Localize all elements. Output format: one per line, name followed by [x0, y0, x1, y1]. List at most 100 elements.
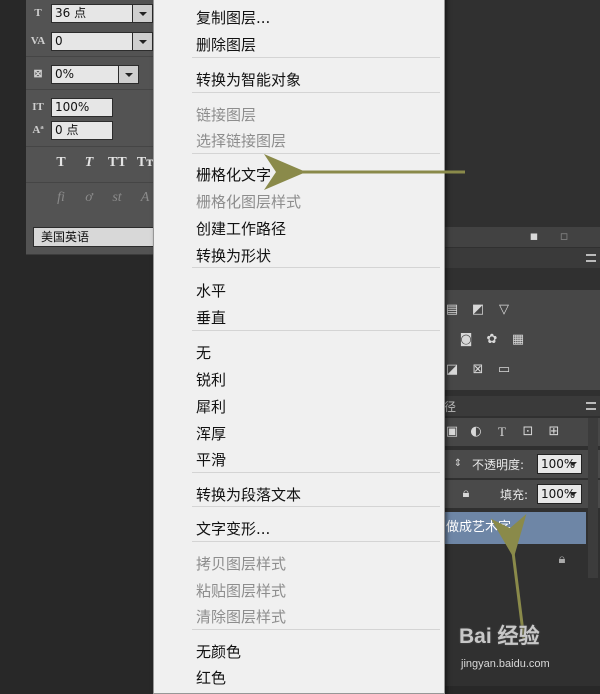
smart-object-filter-icon[interactable]: ⊞	[546, 424, 562, 440]
fill-label: 填充:	[500, 488, 529, 502]
image-filter-icon[interactable]: ▣	[444, 424, 460, 440]
menu-separator	[192, 57, 440, 58]
channel-mixer-icon[interactable]: ✿	[484, 332, 500, 348]
tracking-field[interactable]: 0	[51, 32, 133, 51]
menu-item[interactable]: 栅格化文字	[196, 162, 271, 188]
blend-mode-stepper-icon[interactable]: ⇕	[450, 456, 466, 472]
all-caps-button[interactable]: TT	[108, 155, 127, 171]
menu-item[interactable]: 平滑	[196, 447, 226, 473]
menu-separator	[192, 629, 440, 630]
font-size-row: T 36 点	[26, 2, 156, 24]
triangle-icon[interactable]: ▽	[496, 302, 512, 318]
menu-separator	[192, 330, 440, 331]
vertical-scale-row: ⊠ 0%	[26, 63, 156, 85]
layers-scrollbar[interactable]	[588, 418, 598, 578]
opacity-label: 不透明度:	[472, 458, 525, 472]
menu-item[interactable]: 无	[196, 340, 211, 366]
selected-layer-row[interactable]: 做成艺术字	[430, 512, 586, 544]
shape-filter-icon[interactable]: ⊡	[520, 424, 536, 440]
paths-tab[interactable]: 径	[444, 398, 456, 415]
trash-icon[interactable]: ▫	[556, 229, 572, 245]
background-lock-icon: 🔒︎	[558, 552, 566, 567]
fill-dropdown-icon	[569, 492, 577, 496]
type-filter-icon[interactable]: T	[494, 424, 510, 440]
baseline-shift-row: Aª 0 点	[26, 119, 156, 141]
panel-menu-icon[interactable]	[586, 254, 596, 262]
vertical-scale-dropdown[interactable]	[119, 65, 139, 84]
menu-item[interactable]: 复制图层...	[196, 5, 270, 31]
swash-button[interactable]: A	[136, 190, 154, 206]
menu-item[interactable]: 浑厚	[196, 421, 226, 447]
font-size-field[interactable]: 36 点	[51, 4, 133, 23]
watermark-logo: Bai 经验	[459, 625, 540, 648]
old-style-button[interactable]: ơ	[80, 190, 98, 206]
posterize-icon[interactable]: ◪	[444, 362, 460, 378]
menu-item[interactable]: 垂直	[196, 305, 226, 331]
menu-item[interactable]: 犀利	[196, 394, 226, 420]
layers-menu-icon[interactable]	[586, 402, 596, 410]
menu-item: 栅格化图层样式	[196, 193, 302, 211]
menu-separator	[192, 267, 440, 268]
horizontal-scale-icon: IT	[32, 101, 44, 113]
small-caps-button[interactable]: Tт	[136, 155, 154, 171]
italic-style-button[interactable]: T	[80, 155, 98, 171]
panel-footer-bar: ▪ ▫	[430, 227, 600, 247]
lock-icon[interactable]: 🔒︎	[458, 486, 474, 502]
character-panel: T 36 点 VA 0 ⊠ 0% IT 100% Aª 0 点 T T TT T…	[26, 0, 163, 255]
layers-panel: ▪ ▫ ▤ ◩ ▽ ◙ ✿ ▦ ◪ ⊠ ▭ 径 ▣ ◐ T ⊡ ⊞ ⇕ 不透明度…	[430, 0, 600, 686]
menu-item[interactable]: 锐利	[196, 367, 226, 393]
menu-item: 清除图层样式	[196, 608, 287, 626]
menu-item[interactable]: 水平	[196, 278, 226, 304]
menu-item[interactable]: 创建工作路径	[196, 216, 286, 242]
menu-item[interactable]: 文字变形...	[196, 516, 270, 542]
menu-item[interactable]: 删除图层	[196, 32, 256, 58]
menu-item[interactable]: 转换为形状	[196, 243, 271, 269]
vertical-scale-field[interactable]: 0%	[51, 65, 119, 84]
menu-separator	[192, 472, 440, 473]
layer-context-menu: 复制图层... 删除图层转换为智能对象链接图层选择链接图层栅格化文字栅格化图层样式…	[153, 0, 445, 694]
menu-item: 链接图层	[196, 106, 257, 124]
menu-separator	[192, 541, 440, 542]
divider	[26, 146, 155, 147]
bold-style-button[interactable]: T	[52, 155, 70, 171]
levels-icon[interactable]: ▤	[444, 302, 460, 318]
selective-color-icon[interactable]: ⊠	[470, 362, 486, 378]
layers-tab-bar: 径	[430, 396, 600, 416]
tracking-icon: VA	[30, 35, 46, 47]
menu-separator	[192, 92, 440, 93]
divider	[26, 89, 155, 90]
discretionary-ligature-button[interactable]: st	[108, 190, 126, 206]
menu-item: 粘贴图层样式	[196, 582, 287, 600]
gradient-map-icon[interactable]: ▭	[496, 362, 512, 378]
baseline-shift-field[interactable]: 0 点	[51, 121, 113, 140]
fill-row: 🔒︎ 填充: 100%	[430, 480, 600, 508]
adjustment-filter-icon[interactable]: ◐	[468, 424, 484, 440]
horizontal-scale-field[interactable]: 100%	[51, 98, 113, 117]
divider	[26, 182, 155, 183]
menu-item[interactable]: 无颜色	[196, 639, 241, 665]
menu-separator	[192, 153, 440, 154]
menu-item[interactable]: 红色	[196, 665, 226, 691]
layer-filter-bar: ▣ ◐ T ⊡ ⊞	[430, 418, 600, 446]
opacity-field[interactable]: 100%	[537, 454, 582, 474]
menu-item[interactable]: 转换为段落文本	[196, 482, 301, 508]
fill-field[interactable]: 100%	[537, 484, 582, 504]
curves-icon[interactable]: ◩	[470, 302, 486, 318]
divider	[26, 56, 155, 57]
ligature-button[interactable]: fi	[52, 190, 70, 206]
opacity-dropdown-icon	[569, 462, 577, 466]
language-select[interactable]: 美国英语	[33, 227, 163, 247]
adjustments-grid: ▤ ◩ ▽ ◙ ✿ ▦ ◪ ⊠ ▭	[430, 290, 600, 390]
tracking-dropdown[interactable]	[133, 32, 153, 51]
camera-icon[interactable]: ◙	[458, 332, 474, 348]
new-layer-icon[interactable]: ▪	[526, 229, 542, 245]
menu-item[interactable]: 转换为智能对象	[196, 67, 301, 93]
text-style-buttons: T T TT Tт	[52, 155, 154, 171]
menu-item: 选择链接图层	[196, 132, 287, 150]
color-lookup-icon[interactable]: ▦	[510, 332, 526, 348]
font-size-dropdown[interactable]	[133, 4, 153, 23]
tracking-row: VA 0	[26, 30, 156, 52]
watermark-url: jingyan.baidu.com	[461, 658, 550, 670]
baseline-shift-icon: Aª	[32, 124, 44, 136]
horizontal-scale-row: IT 100%	[26, 96, 156, 118]
